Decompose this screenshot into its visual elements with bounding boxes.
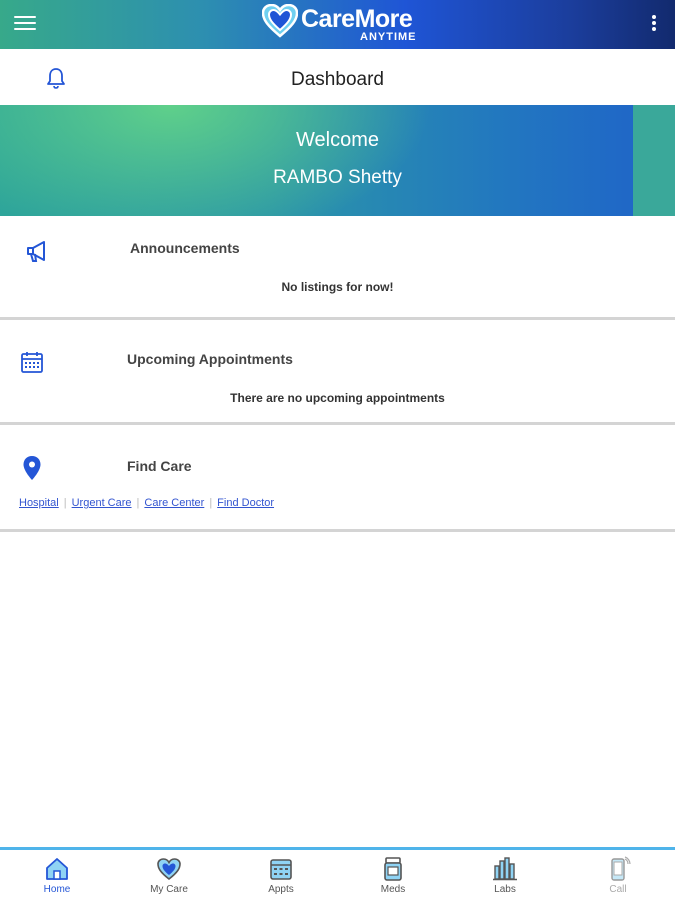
nav-label-home: Home (43, 884, 71, 895)
link-hospital[interactable]: Hospital (19, 497, 59, 509)
nav-call[interactable]: Call (573, 856, 663, 895)
nav-label-call: Call (609, 884, 627, 895)
appointments-title: Upcoming Appointments (127, 351, 293, 367)
nav-my-care[interactable]: My Care (124, 856, 214, 895)
welcome-banner: Welcome RAMBO Shetty (0, 105, 675, 216)
link-find-doctor[interactable]: Find Doctor (217, 497, 274, 509)
nav-label-appts: Appts (268, 884, 294, 895)
find-care-title: Find Care (127, 458, 192, 474)
heart-logo-icon (262, 4, 298, 38)
link-urgent-care[interactable]: Urgent Care (72, 497, 132, 509)
nav-meds[interactable]: Meds (348, 856, 438, 895)
app-bar: CareMore ANYTIME (0, 0, 675, 49)
nav-labs[interactable]: Labs (460, 856, 550, 895)
link-care-center[interactable]: Care Center (144, 497, 204, 509)
nav-label-labs: Labs (494, 884, 516, 895)
appointments-card: Upcoming Appointments There are no upcom… (0, 330, 675, 425)
appointments-message: There are no upcoming appointments (230, 391, 445, 405)
megaphone-icon (27, 241, 45, 262)
heart-icon (157, 858, 181, 881)
find-care-links: Hospital | Urgent Care | Care Center | Find Do… (19, 497, 274, 509)
home-icon (46, 858, 68, 880)
banner-edge (633, 105, 675, 216)
announcements-card: Announcements No listings for now! (0, 216, 675, 320)
calendar-icon (270, 859, 292, 880)
find-care-card: Find Care Hospital | Urgent Care | Care Cent… (0, 437, 675, 532)
phone-icon (611, 856, 631, 881)
link-separator: | (136, 497, 140, 509)
labs-icon (493, 857, 517, 881)
link-separator: | (63, 497, 67, 509)
pill-bottle-icon (384, 857, 402, 881)
logo-subtext: ANYTIME (360, 31, 417, 43)
nav-home[interactable]: Home (12, 856, 102, 895)
calendar-icon (21, 352, 43, 373)
page-header: Dashboard (0, 49, 675, 105)
nav-label-meds: Meds (380, 884, 406, 895)
page-title: Dashboard (291, 69, 384, 90)
location-pin-icon (23, 456, 41, 480)
announcements-message: No listings for now! (281, 280, 394, 294)
caremore-logo: CareMore ANYTIME (262, 3, 427, 45)
menu-icon[interactable] (14, 16, 36, 34)
overflow-menu-icon[interactable] (648, 15, 660, 35)
logo-text: CareMore (301, 5, 413, 33)
welcome-text: Welcome (296, 129, 379, 151)
nav-label-my-care: My Care (150, 884, 188, 895)
nav-appts[interactable]: Appts (236, 856, 326, 895)
announcements-title: Announcements (130, 240, 240, 256)
bottom-navigation: Home My Care Appts Meds Labs Call (0, 847, 675, 900)
user-name: RAMBO Shetty (273, 167, 402, 188)
link-separator: | (209, 497, 213, 509)
